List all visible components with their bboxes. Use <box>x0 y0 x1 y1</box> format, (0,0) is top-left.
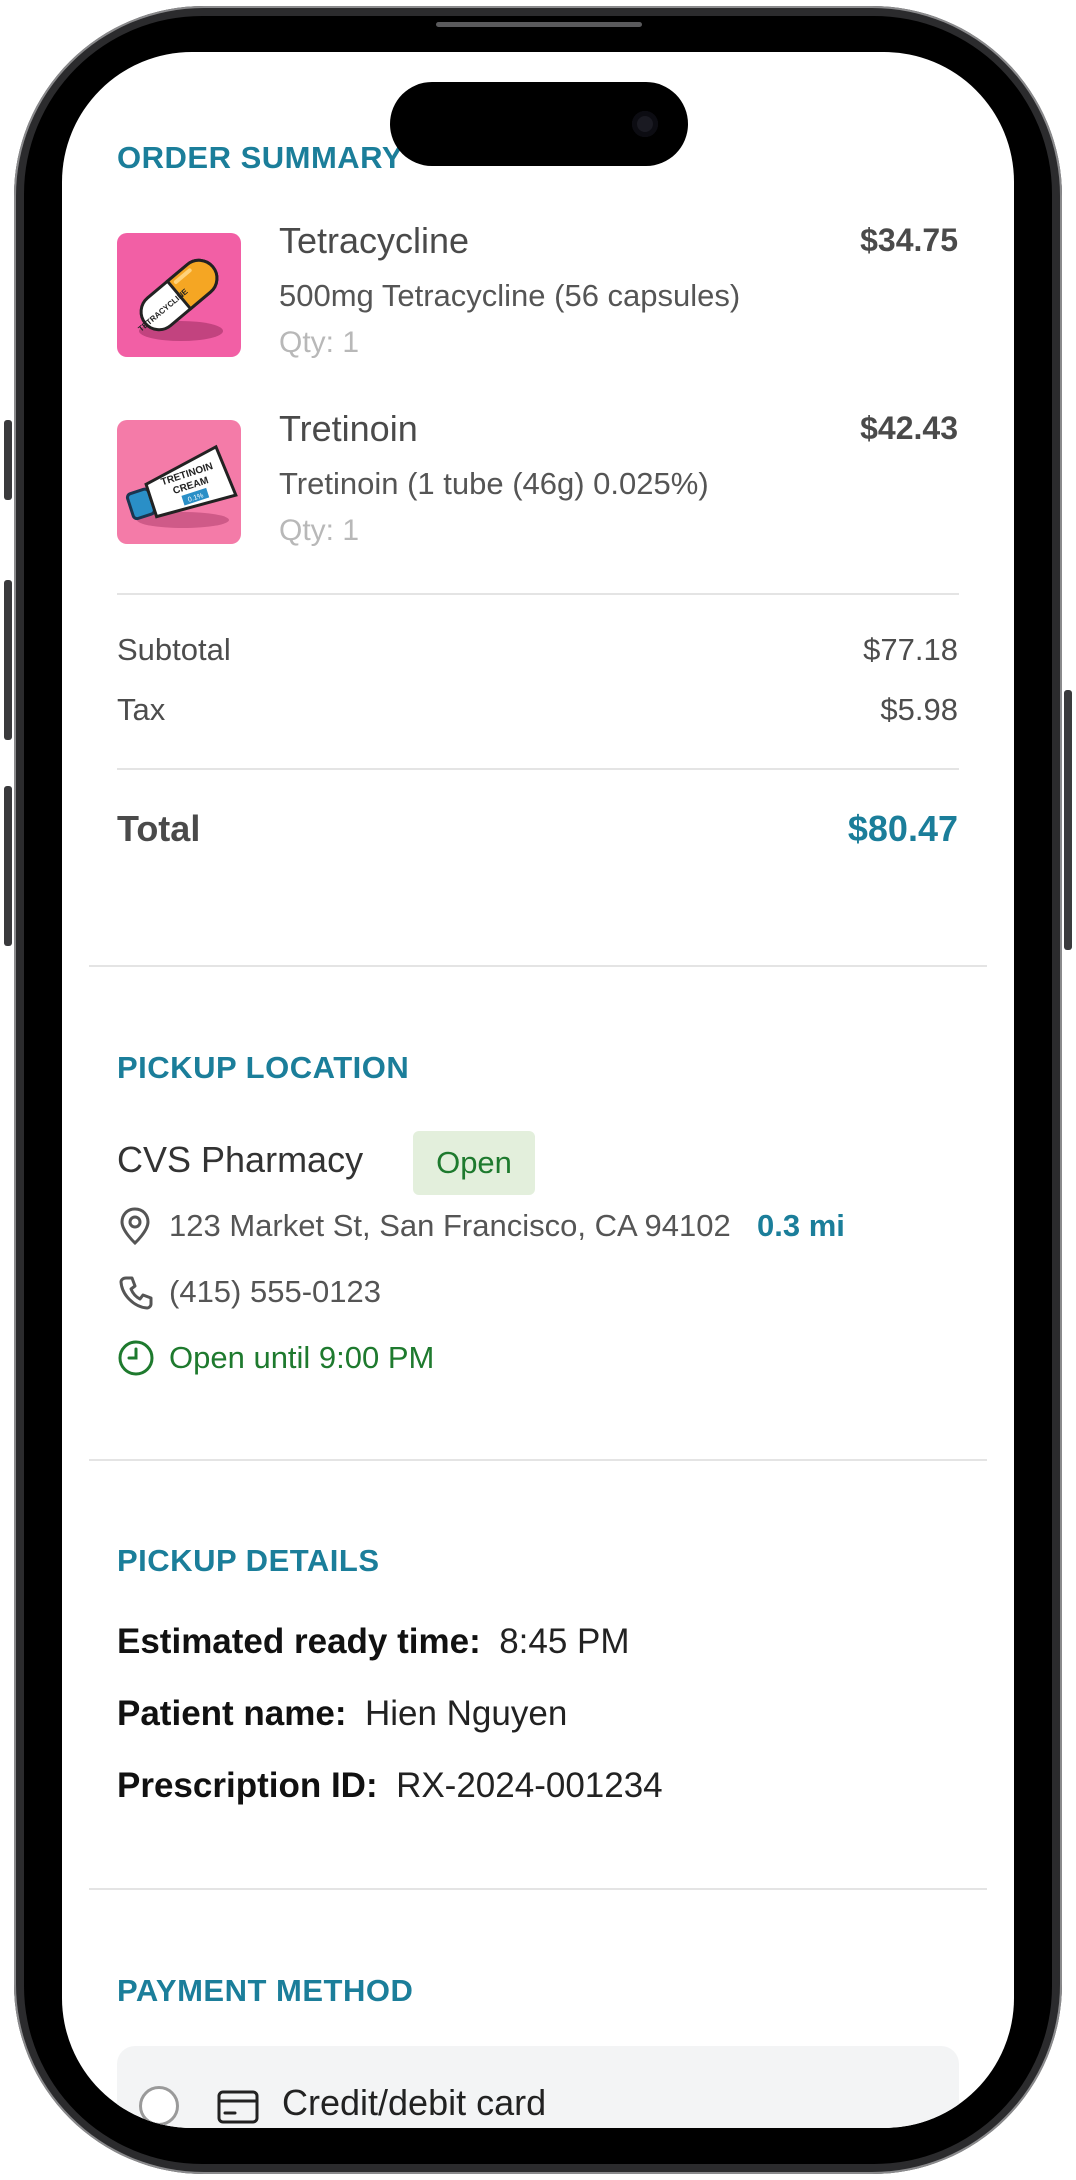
pharmacy-address: 123 Market St, San Francisco, CA 94102 <box>169 1208 731 1243</box>
camera-icon <box>632 111 658 137</box>
phone-icon <box>118 1274 154 1310</box>
divider <box>117 768 959 770</box>
section-divider <box>89 965 987 967</box>
ready-time-value: 8:45 PM <box>499 1622 630 1661</box>
item-qty: Qty: 1 <box>279 514 360 547</box>
clock-icon <box>117 1339 155 1377</box>
app-screen: ORDER SUMMARY TETRACYCLINE Tetracycline … <box>62 52 1014 2128</box>
dynamic-island <box>390 82 688 166</box>
volume-up-button <box>4 580 12 740</box>
tetracycline-image: TETRACYCLINE <box>117 233 241 357</box>
item-price: $42.43 <box>860 410 958 446</box>
item-qty: Qty: 1 <box>279 326 360 359</box>
credit-card-icon <box>217 2090 259 2124</box>
payment-radio[interactable] <box>139 2086 179 2126</box>
capsule-icon: TETRACYCLINE <box>137 258 223 341</box>
pharmacy-name: CVS Pharmacy <box>117 1139 364 1180</box>
total-value: $80.47 <box>847 808 958 849</box>
prescription-id-value: RX-2024-001234 <box>396 1766 663 1805</box>
status-badge: Open <box>413 1131 535 1195</box>
item-description: Tretinoin (1 tube (46g) 0.025%) <box>279 466 709 501</box>
pharmacy-distance: 0.3 mi <box>757 1208 845 1243</box>
cream-tube-icon: TRETINOIN CREAM 0.1% <box>125 444 238 528</box>
section-divider <box>89 1888 987 1890</box>
prescription-id-label: Prescription ID: <box>117 1766 378 1805</box>
payment-method-title: PAYMENT METHOD <box>117 1973 414 2008</box>
tax-value: $5.98 <box>880 692 958 727</box>
item-name: Tretinoin <box>279 408 418 449</box>
payment-option-card[interactable]: Credit/debit card <box>117 2046 959 2128</box>
volume-down-button <box>4 786 12 946</box>
ready-time-row: Estimated ready time: 8:45 PM <box>117 1622 630 1662</box>
subtotal-label: Subtotal <box>117 632 231 667</box>
pharmacy-phone[interactable]: (415) 555-0123 <box>169 1274 381 1310</box>
tretinoin-image: TRETINOIN CREAM 0.1% <box>117 420 241 544</box>
pickup-details-title: PICKUP DETAILS <box>117 1543 380 1578</box>
phone-speaker <box>436 22 642 27</box>
order-summary-title: ORDER SUMMARY <box>117 140 404 175</box>
pharmacy-hours: Open until 9:00 PM <box>169 1340 435 1375</box>
patient-name-label: Patient name: <box>117 1694 347 1733</box>
item-price: $34.75 <box>860 222 958 258</box>
tax-label: Tax <box>117 692 166 727</box>
total-label: Total <box>117 808 201 849</box>
section-divider <box>89 1459 987 1461</box>
payment-option-label: Credit/debit card <box>282 2082 547 2123</box>
action-button <box>4 420 12 500</box>
patient-name-value: Hien Nguyen <box>364 1694 568 1733</box>
location-pin-icon <box>117 1206 153 1246</box>
ready-time-label: Estimated ready time: <box>117 1622 481 1661</box>
item-name: Tetracycline <box>279 220 470 261</box>
item-description: 500mg Tetracycline (56 capsules) <box>279 278 741 313</box>
subtotal-value: $77.18 <box>863 632 958 667</box>
power-button <box>1064 690 1072 950</box>
divider <box>117 593 959 595</box>
pickup-location-title: PICKUP LOCATION <box>117 1050 410 1085</box>
prescription-id-row: Prescription ID: RX-2024-001234 <box>117 1766 663 1806</box>
patient-name-row: Patient name: Hien Nguyen <box>117 1694 567 1734</box>
